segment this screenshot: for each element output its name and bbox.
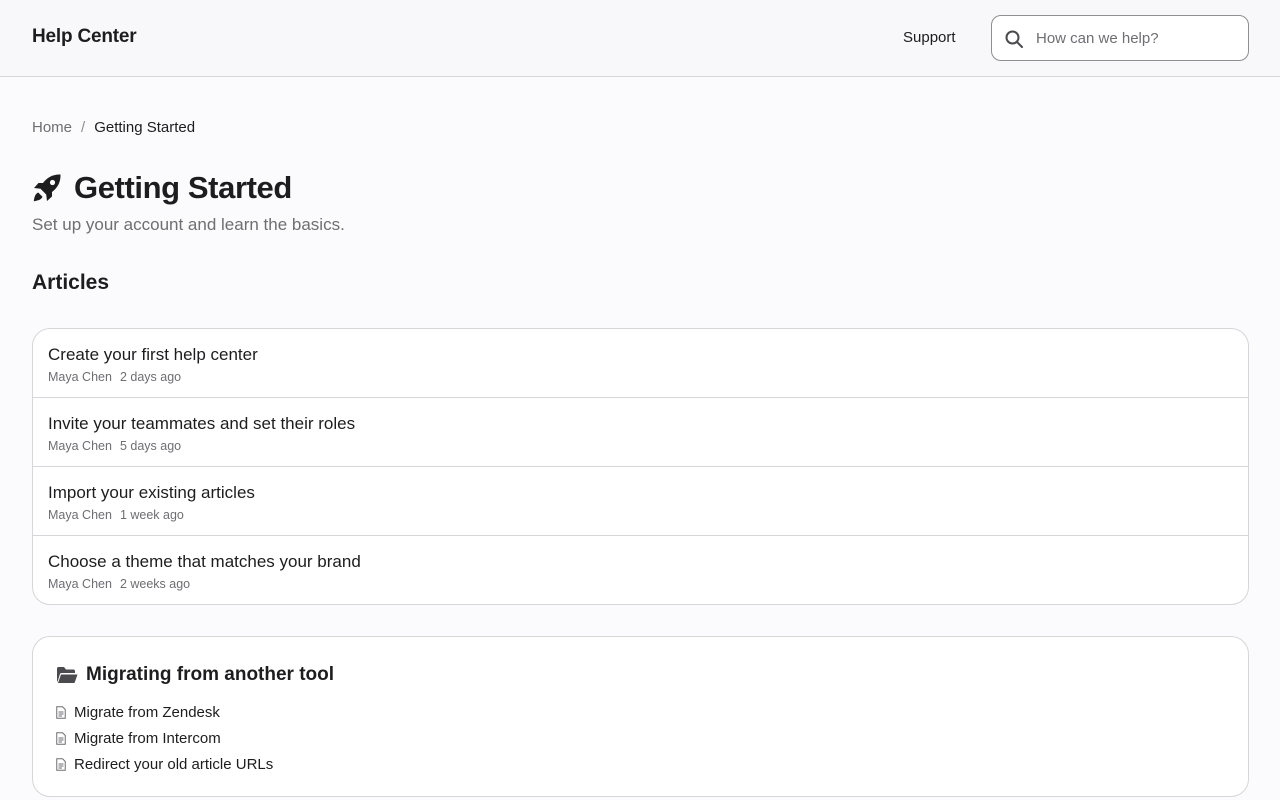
article-item[interactable]: Import your existing articles Maya Chen 1…: [33, 467, 1248, 536]
rocket-icon: [33, 174, 61, 202]
breadcrumb: Home / Getting Started: [32, 119, 195, 136]
sub-article-list: Migrate from Zendesk Migrate from Interc…: [56, 699, 273, 777]
section-card-title[interactable]: Migrating from another tool: [86, 664, 334, 686]
search-input[interactable]: [1036, 17, 1240, 59]
article-meta: Maya Chen 5 days ago: [48, 439, 181, 453]
sub-article-label[interactable]: Redirect your old article URLs: [74, 756, 273, 773]
article-author: Maya Chen: [48, 439, 112, 453]
brand-title[interactable]: Help Center: [32, 26, 137, 48]
sub-article-item[interactable]: Migrate from Intercom: [56, 725, 273, 751]
article-meta: Maya Chen 1 week ago: [48, 508, 184, 522]
search-box[interactable]: [991, 15, 1249, 61]
articles-heading: Articles: [32, 271, 110, 294]
page-title-row: Getting Started: [32, 170, 292, 206]
site-header: Help Center Support: [0, 0, 1280, 77]
document-icon: [56, 757, 66, 771]
page-title: Getting Started: [74, 170, 292, 205]
article-author: Maya Chen: [48, 577, 112, 591]
article-time: 2 weeks ago: [119, 577, 191, 591]
sub-article-item[interactable]: Migrate from Zendesk: [56, 699, 273, 725]
page-subtitle: Set up your account and learn the basics…: [32, 215, 345, 234]
article-meta: Maya Chen 2 weeks ago: [48, 577, 190, 591]
article-title[interactable]: Create your first help center: [48, 345, 258, 365]
article-time: 5 days ago: [119, 439, 182, 453]
search-icon: [1005, 30, 1023, 48]
article-title[interactable]: Choose a theme that matches your brand: [48, 552, 361, 572]
article-item[interactable]: Invite your teammates and set their role…: [33, 398, 1248, 467]
sub-article-label[interactable]: Migrate from Intercom: [74, 730, 221, 747]
article-title[interactable]: Invite your teammates and set their role…: [48, 414, 355, 434]
breadcrumb-home-link[interactable]: Home: [32, 119, 72, 136]
article-title[interactable]: Import your existing articles: [48, 483, 255, 503]
article-item[interactable]: Create your first help center Maya Chen 2…: [33, 329, 1248, 398]
section-card-header[interactable]: Migrating from another tool: [56, 664, 334, 686]
article-meta: Maya Chen 2 days ago: [48, 370, 181, 384]
breadcrumb-separator: /: [81, 119, 86, 136]
folder-open-icon: [57, 667, 78, 683]
article-time: 2 days ago: [119, 370, 182, 384]
article-author: Maya Chen: [48, 370, 112, 384]
article-author: Maya Chen: [48, 508, 112, 522]
breadcrumb-current: Getting Started: [94, 119, 196, 136]
article-time: 1 week ago: [119, 508, 184, 522]
article-list: Create your first help center Maya Chen 2…: [32, 328, 1249, 605]
sub-article-label[interactable]: Migrate from Zendesk: [74, 704, 220, 721]
section-card-migrating: Migrating from another tool Migrate from…: [32, 636, 1249, 797]
document-icon: [56, 705, 66, 719]
document-icon: [56, 731, 66, 745]
sub-article-item[interactable]: Redirect your old article URLs: [56, 751, 273, 777]
support-link[interactable]: Support: [903, 29, 956, 46]
article-item[interactable]: Choose a theme that matches your brand M…: [33, 536, 1248, 604]
